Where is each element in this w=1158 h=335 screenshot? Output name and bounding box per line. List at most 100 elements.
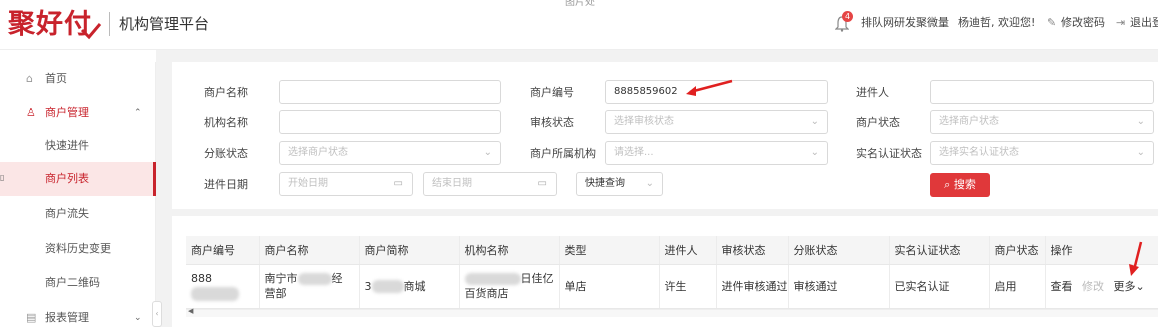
applicant-input[interactable]: [930, 80, 1154, 104]
audit-status-select[interactable]: 选择审核状态 ⌄: [605, 110, 828, 134]
start-date-input[interactable]: 开始日期 ▭: [279, 172, 413, 196]
merchant-table: 商户编号 商户名称 商户简称 机构名称 类型 进件人 审核状态 分账状态 实名认…: [186, 236, 1158, 309]
realname-label: 实名认证状态: [856, 147, 922, 160]
cell-merchant-status: 启用: [989, 264, 1046, 309]
cell-applicant: 许生: [659, 264, 717, 309]
select-value: 快捷查询: [585, 178, 625, 189]
sidebar-item-merchant-churn[interactable]: 商户流失: [0, 197, 156, 231]
chevron-up-icon: ⌃: [134, 108, 142, 118]
split-status-select[interactable]: 选择商户状态 ⌄: [279, 141, 501, 165]
sidebar-item-label: 商户管理: [45, 106, 89, 119]
merchant-no-text: 888: [191, 272, 212, 285]
column-header: 商户简称: [359, 236, 460, 265]
column-header: 机构名称: [459, 236, 560, 265]
welcome-text: 杨迪哲, 欢迎您!: [958, 16, 1036, 29]
belong-org-select[interactable]: 请选择... ⌄: [605, 141, 828, 165]
redacted-blur: [371, 280, 404, 293]
horizontal-scrollbar[interactable]: [186, 309, 1158, 317]
cell-merchant-no: 888: [186, 264, 260, 309]
top-header: 图片处 聚好付 机构管理平台 4 排队网研发聚微量 杨迪哲, 欢迎您! ✎ 修改…: [0, 0, 1158, 50]
merchant-icon: ♙: [26, 106, 36, 119]
brand-check-mark-icon: [80, 23, 102, 40]
merchant-name-text: 经: [331, 272, 343, 285]
merchant-name-label: 商户名称: [204, 86, 248, 99]
search-button[interactable]: ⌕ 搜索: [930, 173, 990, 197]
cell-org-name: 日佳亿 百货商店: [459, 264, 560, 309]
annotation-arrow-icon: [686, 79, 733, 96]
belong-org-label: 商户所属机构: [530, 147, 596, 160]
column-header: 实名认证状态: [889, 236, 990, 265]
platform-title: 机构管理平台: [119, 15, 210, 33]
select-placeholder: 选择实名认证状态: [939, 147, 1019, 158]
chevron-down-icon: ⌄: [645, 178, 654, 189]
scroll-left-icon[interactable]: ◀: [188, 307, 193, 315]
sidebar-item-label: 报表管理: [45, 311, 89, 324]
select-placeholder: 选择商户状态: [288, 147, 348, 158]
cell-audit-status: 进件审核通过: [716, 264, 789, 309]
redacted-blur: [464, 273, 521, 285]
short-name-text: 3: [364, 279, 372, 293]
column-header: 分账状态: [788, 236, 890, 265]
redacted-blur: [297, 273, 332, 285]
merchant-name-text: 南宁市: [264, 272, 298, 285]
sidebar-item-label: 资料历史变更: [45, 242, 111, 255]
org-name-text: 日佳亿: [520, 272, 554, 285]
select-placeholder: 选择审核状态: [614, 116, 674, 127]
chevron-down-icon: ⌄: [134, 313, 142, 323]
notification-badge: 4: [842, 11, 853, 22]
sidebar-item-merchant-qr[interactable]: 商户二维码: [0, 266, 156, 300]
table-row[interactable]: 888 南宁市 经 营部 3 商城 日佳亿 百货商店 单店 许生 进件审核通过 审核…: [186, 264, 1158, 309]
column-header: 商户编号: [186, 236, 260, 265]
sidebar-collapse-handle[interactable]: ‹: [152, 301, 162, 327]
edit-icon: ✎: [1047, 16, 1057, 29]
left-edge-marker: ▯: [0, 173, 5, 182]
sidebar-item-history-change[interactable]: 资料历史变更: [0, 232, 156, 266]
chevron-down-icon: ⌄: [1135, 279, 1145, 293]
merchant-no-label: 商户编号: [530, 86, 574, 99]
sidebar-item-label: 商户列表: [45, 172, 89, 185]
cell-short-name: 3 商城: [359, 264, 460, 309]
more-dropdown[interactable]: 更多⌄: [1114, 280, 1145, 293]
merchant-name-input[interactable]: [279, 80, 501, 104]
column-header: 审核状态: [716, 236, 789, 265]
select-placeholder: 请选择...: [614, 147, 654, 158]
search-icon: ⌕: [944, 178, 951, 191]
column-header: 类型: [559, 236, 660, 265]
header-divider: [109, 12, 110, 36]
sidebar-item-quick-entry[interactable]: 快速进件: [0, 129, 156, 163]
sidebar-item-label: 快速进件: [45, 139, 89, 152]
date-placeholder: 开始日期: [288, 178, 328, 189]
sidebar-item-merchant-management[interactable]: ♙ 商户管理 ⌃: [0, 96, 156, 130]
edit-link[interactable]: 修改: [1082, 280, 1104, 293]
end-date-input[interactable]: 结束日期 ▭: [423, 172, 557, 196]
org-name-text: 百货商店: [464, 287, 509, 300]
more-label: 更多: [1113, 279, 1136, 293]
merchant-status-select[interactable]: 选择商户状态 ⌄: [930, 110, 1154, 134]
sidebar-item-label: 商户流失: [45, 207, 89, 220]
sidebar-item-home[interactable]: ⌂ 首页: [0, 62, 156, 96]
annotation-arrow-icon: [1129, 241, 1143, 276]
org-name-label: 机构名称: [204, 116, 248, 129]
calendar-icon: ▭: [393, 178, 403, 189]
home-icon: ⌂: [26, 72, 33, 85]
column-header: 商户名称: [259, 236, 360, 265]
date-placeholder: 结束日期: [432, 178, 472, 189]
chevron-down-icon: ⌄: [810, 147, 819, 158]
realname-select[interactable]: 选择实名认证状态 ⌄: [930, 141, 1154, 165]
column-header: 进件人: [659, 236, 717, 265]
chevron-down-icon: ⌄: [810, 116, 819, 127]
logout-link[interactable]: 退出登: [1130, 16, 1158, 30]
top-cut-text: 图片处: [565, 0, 595, 8]
merchant-name-text: 营部: [264, 287, 287, 300]
table-header-row: 商户编号 商户名称 商户简称 机构名称 类型 进件人 审核状态 分账状态 实名认…: [186, 236, 1158, 265]
short-name-text: 商城: [403, 279, 426, 293]
view-link[interactable]: 查看: [1051, 280, 1073, 293]
sidebar-item-merchant-list[interactable]: 商户列表: [0, 162, 156, 196]
select-placeholder: 选择商户状态: [939, 116, 999, 127]
change-password-link[interactable]: 修改密码: [1061, 16, 1105, 30]
quick-query-select[interactable]: 快捷查询 ⌄: [576, 172, 663, 196]
sidebar-item-reports[interactable]: ▤ 报表管理 ⌄: [0, 301, 156, 335]
calendar-icon: ▭: [537, 178, 547, 189]
org-name-input[interactable]: [279, 110, 501, 134]
team-name: 排队网研发聚微量: [861, 16, 949, 29]
